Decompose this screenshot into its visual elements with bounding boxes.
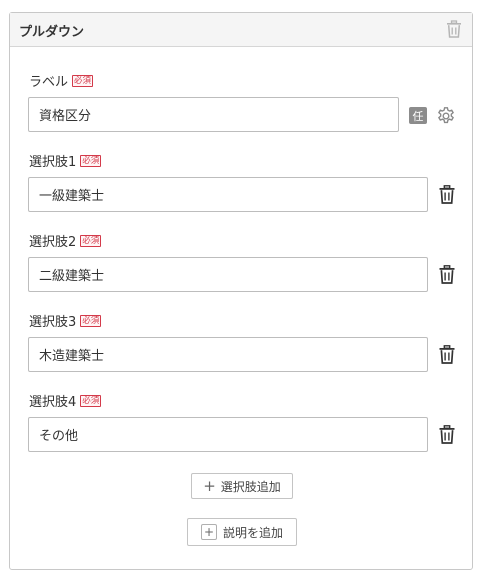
add-description-button[interactable]: + 説明を追加 xyxy=(187,518,297,546)
trash-icon[interactable] xyxy=(438,345,456,364)
optional-badge[interactable]: 任 xyxy=(409,107,427,124)
option-2-input[interactable]: 二級建築士 xyxy=(28,257,428,292)
label-input[interactable]: 資格区分 xyxy=(28,97,399,132)
label-field-label-text: ラベル xyxy=(29,75,69,90)
option-4-input[interactable]: その他 xyxy=(28,417,428,452)
panel-title: プルダウン xyxy=(19,25,85,40)
option-3-label: 選択肢3 必須 xyxy=(29,311,102,330)
required-badge: 必須 xyxy=(72,74,94,87)
add-option-label: 選択肢追加 xyxy=(220,479,281,494)
option-label-text: 選択肢4 xyxy=(29,395,77,410)
panel-header: プルダウン xyxy=(10,13,472,47)
required-badge: 必須 xyxy=(80,154,102,167)
option-4-label: 選択肢4 必須 xyxy=(29,391,102,410)
label-field-label: ラベル 必須 xyxy=(29,71,94,90)
add-option-button[interactable]: + 選択肢追加 xyxy=(191,473,293,499)
option-3-input[interactable]: 木造建築士 xyxy=(28,337,428,372)
trash-icon[interactable] xyxy=(438,265,456,284)
option-label-text: 選択肢3 xyxy=(29,315,77,330)
plus-icon: + xyxy=(203,476,216,495)
plus-icon: + xyxy=(200,524,217,540)
trash-icon[interactable] xyxy=(445,20,463,38)
trash-icon[interactable] xyxy=(438,425,456,444)
option-1-label: 選択肢1 必須 xyxy=(29,151,102,170)
option-label-text: 選択肢2 xyxy=(29,235,77,250)
add-description-label: 説明を追加 xyxy=(222,525,283,540)
required-badge: 必須 xyxy=(80,234,102,247)
gear-icon[interactable] xyxy=(436,106,456,126)
option-1-input[interactable]: 一級建築士 xyxy=(28,177,428,212)
trash-icon[interactable] xyxy=(438,185,456,204)
required-badge: 必須 xyxy=(80,394,102,407)
option-2-label: 選択肢2 必須 xyxy=(29,231,102,250)
required-badge: 必須 xyxy=(80,314,102,327)
option-label-text: 選択肢1 xyxy=(29,155,77,170)
